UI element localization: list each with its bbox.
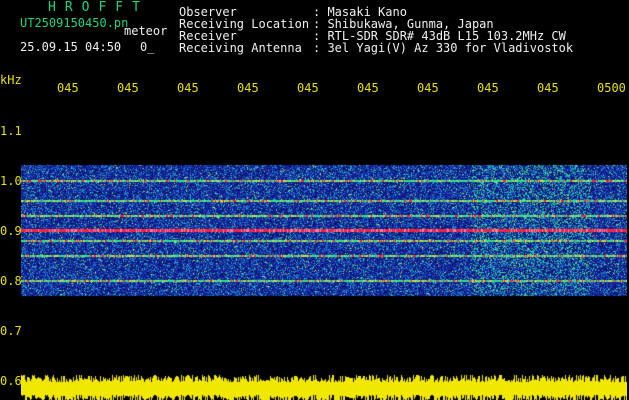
info-values: : Masaki Kano : Shibukawa, Gunma, Japan … [313, 6, 573, 54]
y-tick-label: 1.0 [0, 174, 22, 188]
count-label: 0_ [140, 40, 155, 54]
x-tick-label: 045 [57, 81, 79, 95]
spectrogram-plot [21, 100, 627, 400]
app-title: HROFFT [48, 0, 149, 15]
y-tick-label: 0.9 [0, 224, 22, 238]
x-tick-label: 0500 [597, 81, 626, 95]
x-tick-label: 045 [177, 81, 199, 95]
axis-unit-label: kHz [0, 73, 22, 87]
y-tick-label: 0.8 [0, 274, 22, 288]
date-time: 25.09.15 04:50 [20, 40, 122, 54]
x-tick-label: 045 [117, 81, 139, 95]
antenna-label: Receiving Antenna [179, 41, 302, 55]
y-tick-label: 0.7 [0, 324, 22, 338]
x-tick-label: 045 [297, 81, 319, 95]
x-tick-label: 045 [477, 81, 499, 95]
antenna-value: : 3el Yagi(V) Az 330 for Vladivostok [313, 41, 574, 55]
x-tick-label: 045 [417, 81, 439, 95]
x-tick-label: 045 [357, 81, 379, 95]
info-labels: Observer Receiving Location Receiver Rec… [179, 6, 309, 54]
y-tick-label: 1.1 [0, 124, 22, 138]
y-tick-label: 0.6 [0, 374, 22, 388]
file-name: UT2509150450.pn [20, 16, 129, 30]
meteor-label: meteor [124, 24, 168, 38]
x-tick-label: 045 [237, 81, 259, 95]
x-tick-label: 045 [537, 81, 559, 95]
